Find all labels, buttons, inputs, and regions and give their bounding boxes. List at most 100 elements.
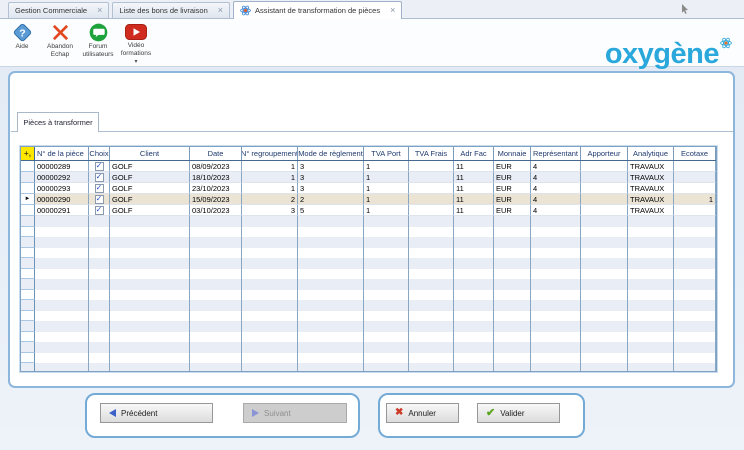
cell-apporteur[interactable] — [581, 183, 628, 194]
cell-adr_fac[interactable]: 11 — [454, 183, 494, 194]
cell-client[interactable]: GOLF — [110, 205, 190, 216]
valider-button[interactable]: ✔ Valider — [477, 403, 560, 423]
cell-monnaie[interactable]: EUR — [494, 161, 531, 172]
add-row-icon[interactable]: +, — [21, 147, 35, 160]
toolbar-item-forum-utilisateurs[interactable]: Forumutilisateurs — [82, 22, 114, 66]
cell-piece[interactable]: 00000290 — [35, 194, 89, 205]
choix-checkbox[interactable]: ✓ — [95, 195, 104, 204]
precedent-button[interactable]: Précédent — [100, 403, 213, 423]
tab-pieces-a-transformer[interactable]: Pièces à transformer — [17, 112, 99, 132]
cell-reglement[interactable]: 3 — [298, 183, 364, 194]
cell-monnaie[interactable]: EUR — [494, 205, 531, 216]
cell-apporteur[interactable] — [581, 161, 628, 172]
close-icon[interactable]: × — [97, 6, 102, 15]
row-selector[interactable] — [21, 172, 35, 183]
cell-reglement[interactable]: 3 — [298, 161, 364, 172]
row-selector[interactable] — [21, 332, 35, 343]
cell-ecotaxe[interactable] — [674, 205, 716, 216]
cell-monnaie[interactable]: EUR — [494, 183, 531, 194]
cell-date[interactable]: 03/10/2023 — [190, 205, 242, 216]
close-icon[interactable]: × — [390, 6, 395, 15]
cell-ecotaxe[interactable]: 1 — [674, 194, 716, 205]
cell-reglement[interactable]: 2 — [298, 194, 364, 205]
cell-piece[interactable]: 00000291 — [35, 205, 89, 216]
table-row[interactable]: ►00000290✓GOLF15/09/202322111EUR4TRAVAUX… — [21, 194, 716, 205]
cell-apporteur[interactable] — [581, 205, 628, 216]
cell-representant[interactable]: 4 — [531, 183, 581, 194]
cell-representant[interactable]: 4 — [531, 172, 581, 183]
cell-representant[interactable]: 4 — [531, 161, 581, 172]
cell-choix[interactable]: ✓ — [89, 161, 110, 172]
row-selector[interactable] — [21, 183, 35, 194]
cell-date[interactable]: 23/10/2023 — [190, 183, 242, 194]
cell-tva_port[interactable]: 1 — [364, 161, 409, 172]
cell-reglement[interactable]: 3 — [298, 172, 364, 183]
cell-regroupement[interactable]: 3 — [242, 205, 298, 216]
cell-ecotaxe[interactable] — [674, 161, 716, 172]
table-row[interactable]: 00000293✓GOLF23/10/202313111EUR4TRAVAUX — [21, 183, 716, 194]
toolbar-item-aide[interactable]: ?Aide — [6, 22, 38, 66]
column-header-reglement[interactable]: Mode de règlement — [298, 147, 364, 160]
row-selector[interactable] — [21, 216, 35, 227]
table-row[interactable]: 00000292✓GOLF18/10/202313111EUR4TRAVAUX — [21, 172, 716, 183]
cell-analytique[interactable]: TRAVAUX — [628, 183, 674, 194]
column-header-tva_port[interactable]: TVA Port — [364, 147, 409, 160]
toolbar-item-vidéo-formations[interactable]: Vidéoformations▾ — [120, 22, 152, 66]
cell-analytique[interactable]: TRAVAUX — [628, 161, 674, 172]
cell-tva_frais[interactable] — [409, 194, 454, 205]
cell-apporteur[interactable] — [581, 194, 628, 205]
cell-date[interactable]: 08/09/2023 — [190, 161, 242, 172]
close-icon[interactable]: × — [218, 6, 223, 15]
cell-regroupement[interactable]: 2 — [242, 194, 298, 205]
table-row[interactable]: 00000291✓GOLF03/10/202335111EUR4TRAVAUX — [21, 205, 716, 216]
cell-regroupement[interactable]: 1 — [242, 161, 298, 172]
cell-adr_fac[interactable]: 11 — [454, 161, 494, 172]
row-selector[interactable] — [21, 269, 35, 280]
cell-tva_frais[interactable] — [409, 172, 454, 183]
column-header-analytique[interactable]: Analytique — [628, 147, 674, 160]
window-tab-1[interactable]: Liste des bons de livraison× — [112, 2, 230, 18]
cell-date[interactable]: 18/10/2023 — [190, 172, 242, 183]
cell-tva_frais[interactable] — [409, 205, 454, 216]
column-header-choix[interactable]: Choix — [89, 147, 110, 160]
column-header-client[interactable]: Client — [110, 147, 190, 160]
cell-ecotaxe[interactable] — [674, 172, 716, 183]
column-header-ecotaxe[interactable]: Ecotaxe — [674, 147, 716, 160]
window-tab-0[interactable]: Gestion Commerciale× — [8, 2, 109, 18]
row-selector[interactable] — [21, 279, 35, 290]
row-selector[interactable] — [21, 321, 35, 332]
dropdown-caret-icon[interactable]: ▾ — [134, 59, 137, 66]
column-header-adr_fac[interactable]: Adr Fac — [454, 147, 494, 160]
row-selector[interactable] — [21, 258, 35, 269]
choix-checkbox[interactable]: ✓ — [95, 184, 104, 193]
choix-checkbox[interactable]: ✓ — [95, 162, 104, 171]
row-selector[interactable] — [21, 353, 35, 364]
row-selector[interactable] — [21, 237, 35, 248]
cell-piece[interactable]: 00000293 — [35, 183, 89, 194]
cell-tva_port[interactable]: 1 — [364, 205, 409, 216]
cell-regroupement[interactable]: 1 — [242, 183, 298, 194]
cell-choix[interactable]: ✓ — [89, 194, 110, 205]
cell-representant[interactable]: 4 — [531, 194, 581, 205]
window-tab-2[interactable]: Assistant de transformation de pièces× — [233, 1, 402, 19]
record-arrow-icon[interactable]: ► — [21, 194, 35, 205]
column-header-date[interactable]: Date — [190, 147, 242, 160]
cell-adr_fac[interactable]: 11 — [454, 194, 494, 205]
choix-checkbox[interactable]: ✓ — [95, 173, 104, 182]
row-selector[interactable] — [21, 300, 35, 311]
cell-piece[interactable]: 00000289 — [35, 161, 89, 172]
column-header-monnaie[interactable]: Monnaie — [494, 147, 531, 160]
cell-client[interactable]: GOLF — [110, 172, 190, 183]
cell-choix[interactable]: ✓ — [89, 183, 110, 194]
cell-client[interactable]: GOLF — [110, 194, 190, 205]
cell-adr_fac[interactable]: 11 — [454, 172, 494, 183]
column-header-regroupement[interactable]: N° regroupement — [242, 147, 298, 160]
row-selector[interactable] — [21, 248, 35, 259]
cell-analytique[interactable]: TRAVAUX — [628, 205, 674, 216]
cell-analytique[interactable]: TRAVAUX — [628, 194, 674, 205]
column-header-apporteur[interactable]: Apporteur — [581, 147, 628, 160]
cell-choix[interactable]: ✓ — [89, 172, 110, 183]
column-header-representant[interactable]: Représentant — [531, 147, 581, 160]
cell-tva_frais[interactable] — [409, 161, 454, 172]
column-header-piece[interactable]: N° de la pièce — [35, 147, 89, 160]
